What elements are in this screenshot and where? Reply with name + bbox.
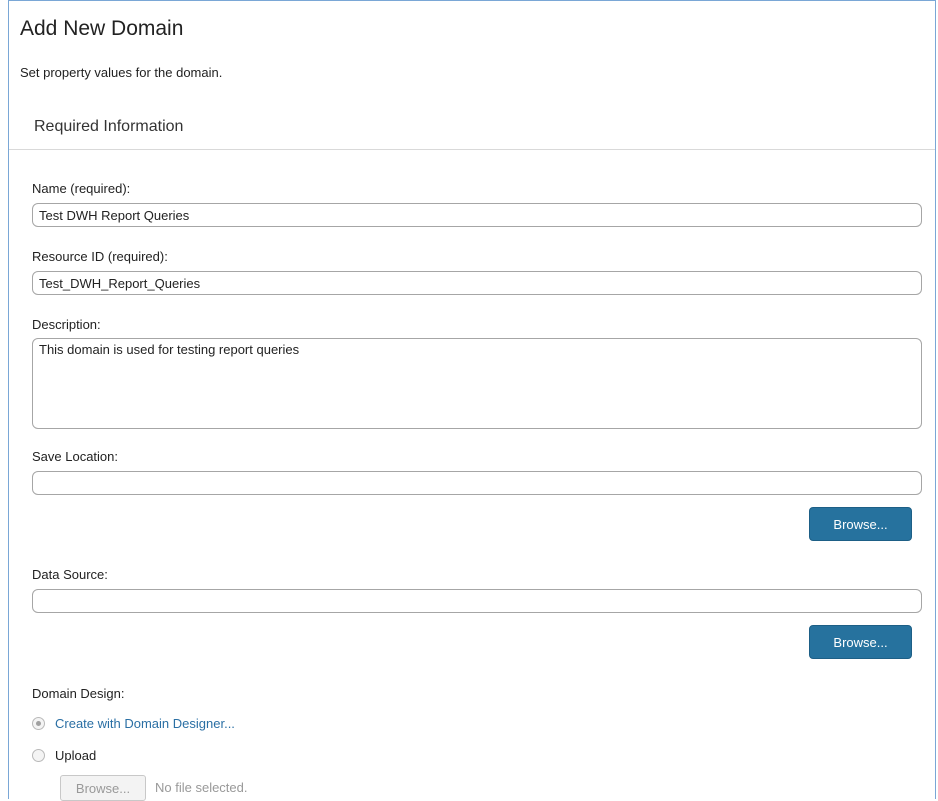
create-with-domain-designer-link[interactable]: Create with Domain Designer... [55, 716, 235, 731]
radio-option-upload[interactable]: Upload [32, 748, 96, 763]
resource-id-field[interactable] [32, 271, 922, 295]
radio-unselected-icon[interactable] [32, 749, 45, 762]
browse-file-button[interactable]: Browse... [60, 775, 146, 801]
save-location-label: Save Location: [32, 449, 119, 464]
section-header-required-information: Required Information [34, 118, 184, 135]
page-subtitle: Set property values for the domain. [20, 65, 223, 80]
name-label: Name (required): [32, 181, 131, 196]
browse-save-location-button[interactable]: Browse... [809, 507, 912, 541]
description-label: Description: [32, 317, 101, 332]
section-divider [9, 149, 935, 150]
upload-option-label: Upload [55, 748, 97, 763]
domain-design-label: Domain Design: [32, 686, 125, 701]
file-status-text: No file selected. [155, 780, 248, 795]
data-source-label: Data Source: [32, 567, 108, 582]
page-title: Add New Domain [20, 17, 184, 40]
data-source-field[interactable] [32, 589, 922, 613]
name-field[interactable] [32, 203, 922, 227]
add-domain-panel: Add New Domain Set property values for t… [8, 0, 936, 801]
description-field[interactable]: This domain is used for testing report q… [32, 338, 922, 429]
browse-data-source-button[interactable]: Browse... [809, 625, 912, 659]
radio-selected-icon[interactable] [32, 717, 45, 730]
save-location-field[interactable] [32, 471, 922, 495]
resource-id-label: Resource ID (required): [32, 249, 168, 264]
radio-option-domain-designer[interactable]: Create with Domain Designer... [32, 716, 235, 731]
